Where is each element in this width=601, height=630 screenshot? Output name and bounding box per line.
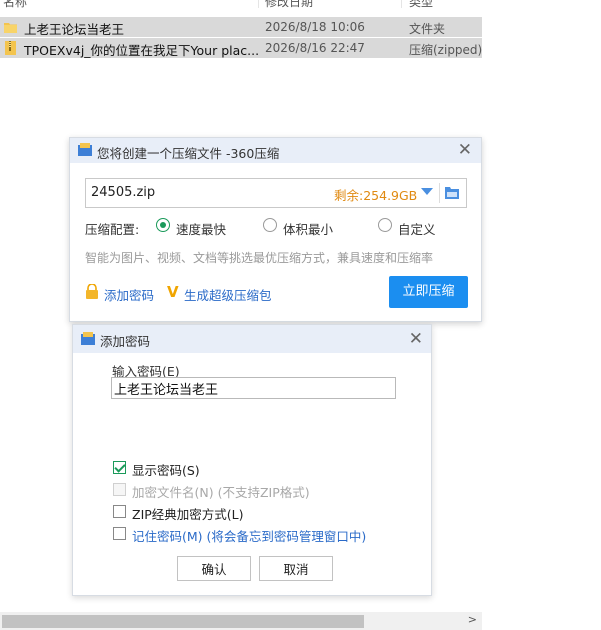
password-dialog-titlebar[interactable]: 添加密码 ✕ <box>73 325 431 353</box>
scrollbar-thumb[interactable] <box>2 615 364 628</box>
360zip-app-icon <box>78 143 92 156</box>
radio-custom[interactable] <box>378 218 392 232</box>
password-dialog: 添加密码 ✕ 输入密码(E) 显示密码(S) 加密文件名(N) (不支持ZIP格… <box>72 324 432 596</box>
folder-icon <box>4 23 17 33</box>
remember-password-label[interactable]: 记住密码(M) (将会备忘到密码管理窗口中) <box>132 526 366 545</box>
archive-filename[interactable]: 24505.zip <box>91 185 155 200</box>
password-input[interactable] <box>111 377 396 399</box>
scroll-right-arrow[interactable]: > <box>468 613 477 626</box>
column-header: 名称 修改日期 类型 <box>0 0 482 8</box>
config-label: 压缩配置: <box>85 222 140 237</box>
ok-button[interactable]: 确认 <box>177 556 251 581</box>
option-custom-label[interactable]: 自定义 <box>398 219 436 238</box>
option-fastest-label[interactable]: 速度最快 <box>176 219 226 238</box>
file-name: 上老王论坛当老王 <box>24 22 125 37</box>
horizontal-scrollbar[interactable]: > <box>0 612 482 630</box>
encrypt-filenames-checkbox <box>113 483 126 496</box>
encrypt-filenames-label: 加密文件名(N) (不支持ZIP格式) <box>132 485 310 500</box>
cancel-button[interactable]: 取消 <box>259 556 333 581</box>
radio-fastest[interactable] <box>156 218 170 232</box>
column-divider[interactable] <box>258 0 259 8</box>
vip-v-icon: V <box>167 283 179 301</box>
column-type[interactable]: 类型 <box>409 0 433 8</box>
compress-dialog-title: 您将创建一个压缩文件 -360压缩 <box>97 146 280 161</box>
column-name[interactable]: 名称 <box>3 0 27 8</box>
close-icon[interactable]: ✕ <box>409 329 423 349</box>
compress-now-button[interactable]: 立即压缩 <box>389 276 468 308</box>
browse-folder-icon[interactable] <box>445 186 459 199</box>
compress-dialog-titlebar[interactable]: 您将创建一个压缩文件 -360压缩 ✕ <box>70 138 481 163</box>
show-password-label[interactable]: 显示密码(S) <box>132 460 200 479</box>
dropdown-arrow-icon[interactable] <box>421 188 433 195</box>
360zip-app-icon <box>81 332 95 345</box>
add-password-label: 添加密码 <box>104 288 155 303</box>
option-smallest-label[interactable]: 体积最小 <box>283 219 333 238</box>
lock-icon <box>86 284 98 299</box>
compress-dialog: 您将创建一个压缩文件 -360压缩 ✕ 24505.zip 剩余:254.9GB… <box>69 137 482 322</box>
zip-file-icon <box>5 41 16 55</box>
file-date: 2026/8/18 10:06 <box>265 20 365 34</box>
file-type: 文件夹 <box>409 22 446 36</box>
super-pack-label: 生成超级压缩包 <box>184 288 272 303</box>
file-date: 2026/8/16 22:47 <box>265 41 365 55</box>
file-row[interactable]: 上老王论坛当老王 2026/8/18 10:06 文件夹 <box>0 17 482 37</box>
compression-hint: 智能为图片、视频、文档等挑选最优压缩方式，兼具速度和压缩率 <box>85 251 434 265</box>
file-type: 压缩(zipped) <box>409 43 483 57</box>
password-dialog-title: 添加密码 <box>100 334 151 349</box>
file-row[interactable]: TPOEXv4j_你的位置在我足下Your plac... 2026/8/16 … <box>0 38 482 58</box>
divider <box>439 183 440 203</box>
file-name: TPOEXv4j_你的位置在我足下Your plac... <box>24 43 260 58</box>
zip-classic-encryption-label[interactable]: ZIP经典加密方式(L) <box>132 504 244 523</box>
radio-smallest[interactable] <box>263 218 277 232</box>
column-divider[interactable] <box>401 0 402 8</box>
zip-classic-encryption-checkbox[interactable] <box>113 505 126 518</box>
remember-password-checkbox[interactable] <box>113 527 126 540</box>
show-password-checkbox[interactable] <box>113 461 126 474</box>
column-date[interactable]: 修改日期 <box>265 0 313 8</box>
close-icon[interactable]: ✕ <box>458 140 472 160</box>
archive-path-field[interactable]: 24505.zip 剩余:254.9GB <box>85 178 467 208</box>
free-space-label: 剩余:254.9GB <box>334 188 418 203</box>
